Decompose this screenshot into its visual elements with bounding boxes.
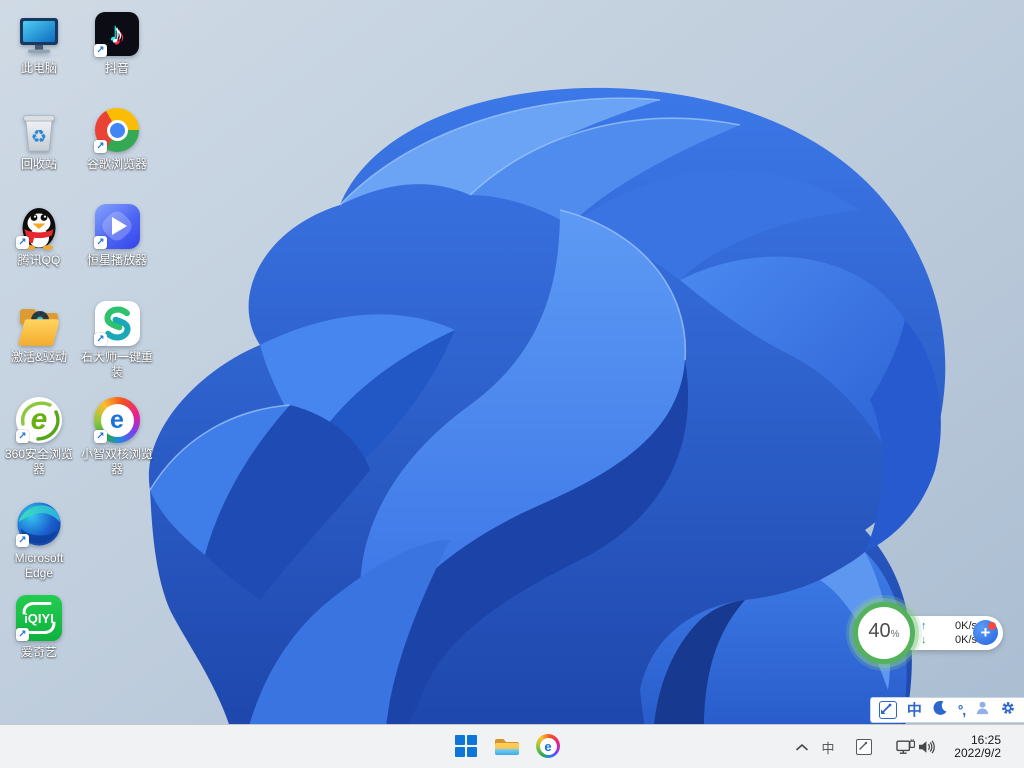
shortcut-arrow-icon: ↗ bbox=[94, 430, 107, 443]
icon-label: 回收站 bbox=[20, 157, 57, 171]
shortcut-arrow-icon: ↗ bbox=[94, 333, 107, 346]
shortcut-arrow-icon: ↗ bbox=[94, 44, 107, 57]
memory-usage-ball[interactable]: 40 % bbox=[853, 602, 915, 664]
qq-penguin-icon: ↗ bbox=[15, 202, 63, 250]
xiaozhi-browser-icon: e ↗ bbox=[93, 396, 141, 444]
driver-folder-icon bbox=[15, 299, 63, 347]
desktop-icon-iqiyi[interactable]: iQIYI ↗ 爱奇艺 bbox=[0, 594, 78, 660]
this-pc-icon bbox=[15, 10, 63, 58]
icon-label: Microsoft Edge bbox=[14, 551, 64, 580]
icon-label: 石大师一键重装 bbox=[80, 350, 153, 379]
desktop-icon-chrome[interactable]: ↗ 谷歌浏览器 bbox=[78, 106, 156, 172]
stellar-player-icon: ↗ bbox=[93, 202, 141, 250]
accelerator-ball-widget[interactable]: ↑ 0K/s ↓ 0K/s + 40 % bbox=[853, 598, 1009, 670]
tray-volume-button[interactable] bbox=[916, 725, 936, 768]
desktop-icon-qq[interactable]: ↗ 腾讯QQ bbox=[0, 202, 78, 268]
icon-label: 爱奇艺 bbox=[20, 645, 57, 659]
edge-icon: ↗ bbox=[15, 500, 63, 548]
ime-toolbar: 中 °, bbox=[870, 697, 1024, 723]
desktop-icon-recycle-bin[interactable]: ♻ 回收站 bbox=[0, 106, 78, 172]
desktop-icon-360-browser[interactable]: e ↗ 360安全浏览器 bbox=[0, 396, 78, 477]
icon-label: 小智双核浏览器 bbox=[80, 447, 153, 476]
shortcut-arrow-icon: ↗ bbox=[16, 534, 29, 547]
desktop-icon-driver-folder[interactable]: 激活&驱动 bbox=[0, 299, 78, 365]
clock-date: 2022/9/2 bbox=[954, 746, 1001, 760]
icon-label: 激活&驱动 bbox=[10, 350, 67, 364]
icon-label: 抖音 bbox=[104, 61, 129, 75]
ethernet-network-icon bbox=[895, 739, 915, 754]
iqiyi-text: iQIYI bbox=[24, 611, 54, 626]
desktop-icon-douyin[interactable]: ♪ ↗ 抖音 bbox=[78, 10, 156, 76]
download-arrow-icon: ↓ bbox=[921, 634, 927, 646]
ime-chinese-mode[interactable]: 中 bbox=[907, 703, 922, 718]
usage-percent: 40 bbox=[868, 620, 891, 642]
tray-clock[interactable]: 16:25 2022/9/2 bbox=[954, 734, 1001, 760]
ime-punctuation-mode[interactable]: °, bbox=[958, 703, 966, 717]
desktop-icon-stellar-player[interactable]: ↗ 恒星播放器 bbox=[78, 202, 156, 268]
360-browser-icon: e ↗ bbox=[15, 396, 63, 444]
ime-settings-gear-icon[interactable] bbox=[1000, 700, 1016, 721]
taskbar: e 中 16:25 2022/9/2 bbox=[0, 724, 1024, 768]
upload-arrow-icon: ↑ bbox=[921, 620, 927, 632]
notification-dot bbox=[988, 622, 996, 630]
shortcut-arrow-icon: ↗ bbox=[16, 628, 29, 641]
icon-label: 360安全浏览器 bbox=[4, 447, 74, 476]
speaker-icon bbox=[918, 740, 935, 754]
iqiyi-icon: iQIYI ↗ bbox=[15, 594, 63, 642]
tray-ime-pen-button[interactable] bbox=[855, 725, 873, 768]
start-button[interactable] bbox=[452, 732, 480, 760]
shortcut-arrow-icon: ↗ bbox=[94, 140, 107, 153]
icon-label: 此电脑 bbox=[20, 61, 57, 75]
tray-network-button[interactable] bbox=[894, 725, 916, 768]
icon-label: 恒星播放器 bbox=[86, 253, 147, 267]
shidashi-icon: ↗ bbox=[93, 299, 141, 347]
icon-label: 腾讯QQ bbox=[17, 253, 61, 267]
icon-label: 谷歌浏览器 bbox=[86, 157, 147, 171]
xiaozhi-e-glyph: e bbox=[110, 405, 124, 434]
shortcut-arrow-icon: ↗ bbox=[94, 236, 107, 249]
desktop-icon-edge[interactable]: ↗ Microsoft Edge bbox=[0, 500, 78, 581]
chrome-icon: ↗ bbox=[93, 106, 141, 154]
douyin-icon: ♪ ↗ bbox=[93, 10, 141, 58]
recycle-bin-icon: ♻ bbox=[15, 106, 63, 154]
boost-plus-button[interactable]: + bbox=[973, 620, 998, 645]
file-explorer-button[interactable] bbox=[493, 732, 521, 760]
ime-moon-icon[interactable] bbox=[932, 700, 948, 721]
desktop-icon-xiaozhi-browser[interactable]: e ↗ 小智双核浏览器 bbox=[78, 396, 156, 477]
tray-ime-indicator[interactable]: 中 bbox=[820, 725, 836, 768]
pinned-browser-button[interactable]: e bbox=[534, 732, 562, 760]
recycle-symbol: ♻ bbox=[31, 127, 47, 147]
windows-logo-icon bbox=[455, 735, 477, 757]
chevron-up-icon bbox=[796, 743, 808, 750]
folder-icon bbox=[495, 739, 519, 755]
music-note-glyph: ♪ bbox=[110, 18, 124, 49]
percent-sign: % bbox=[890, 629, 900, 640]
ime-pen-icon[interactable] bbox=[879, 701, 897, 719]
shortcut-arrow-icon: ↗ bbox=[16, 430, 29, 443]
shortcut-arrow-icon: ↗ bbox=[16, 236, 29, 249]
desktop-icon-shidashi[interactable]: ↗ 石大师一键重装 bbox=[78, 299, 156, 380]
ime-user-icon[interactable] bbox=[975, 700, 990, 720]
desktop-icon-this-pc[interactable]: 此电脑 bbox=[0, 10, 78, 76]
pen-box-icon bbox=[856, 739, 872, 755]
tray-chevron-button[interactable] bbox=[793, 725, 811, 768]
browser-e-icon: e bbox=[536, 734, 560, 758]
windows-desktop: 此电脑 ♪ ↗ 抖音 ♻ 回收站 ↗ 谷歌浏览器 ↗ 腾讯QQ ↗ 恒星播放器 … bbox=[0, 0, 1024, 768]
